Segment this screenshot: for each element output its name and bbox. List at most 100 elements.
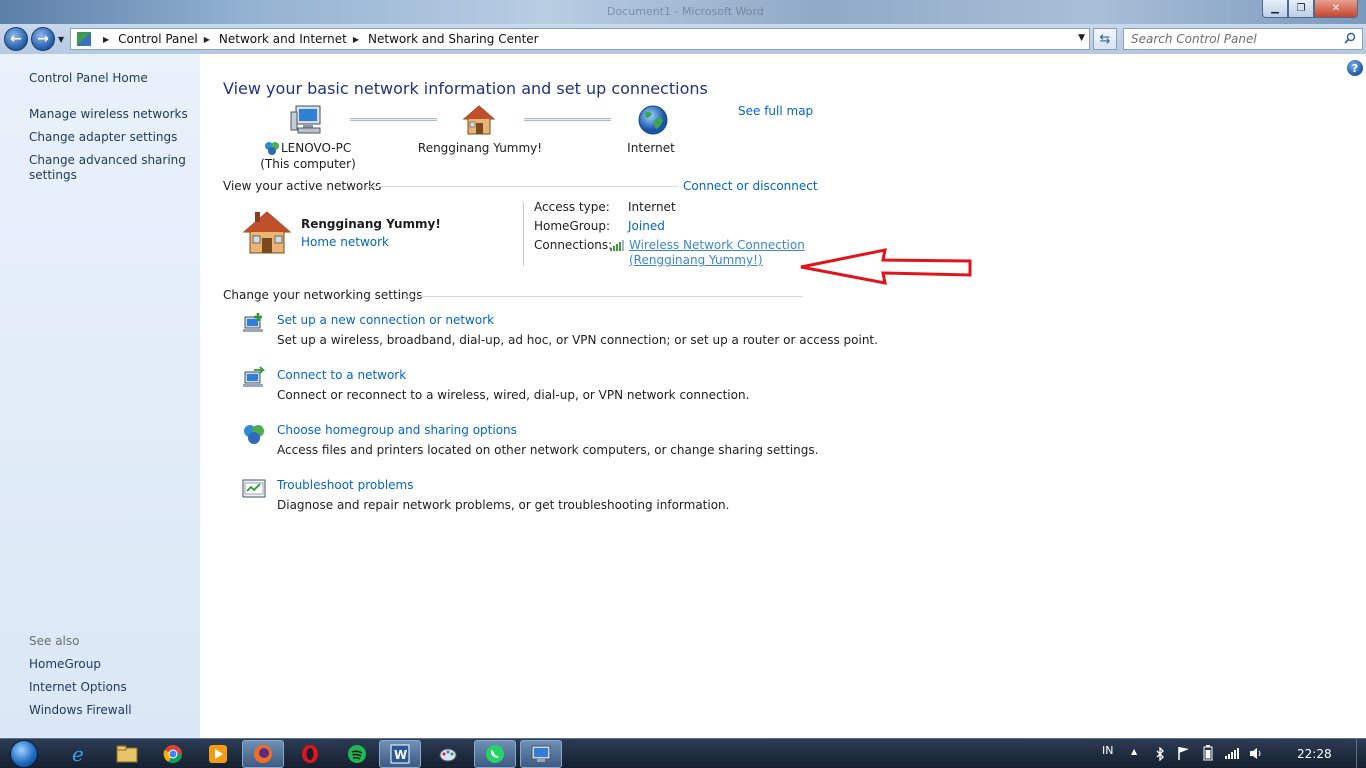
connections-label: Connections: [534,238,613,252]
breadcrumb-arrow-icon[interactable]: ▶ [103,35,109,44]
annotation-arrow-icon [800,248,972,285]
show-hidden-icons-icon[interactable]: ▲ [1131,747,1137,756]
sidebar-item-change-adapter[interactable]: Change adapter settings [29,130,189,145]
media-player-taskbar-icon[interactable] [197,740,239,768]
sidebar-item-internet-options[interactable]: Internet Options [29,680,189,695]
refresh-button[interactable]: ⇆ [1093,28,1117,50]
see-full-map-link[interactable]: See full map [738,104,813,118]
word-taskbar-icon[interactable]: W [379,740,421,768]
breadcrumb-network-internet[interactable]: Network and Internet [219,32,347,46]
task-connect-network-link[interactable]: Connect to a network [277,368,406,382]
minimize-button[interactable]: ▁ [1262,0,1288,18]
troubleshoot-icon [242,479,266,498]
wireless-connection-line2[interactable]: (Rengginang Yummy!) [629,253,805,268]
breadcrumb-arrow-icon[interactable]: ▶ [353,35,359,44]
section-divider [404,296,803,297]
home-network-icon[interactable] [462,104,496,136]
homegroup-joined-link[interactable]: Joined [628,219,665,233]
file-explorer-taskbar-icon[interactable] [106,740,148,768]
network-node-label: Rengginang Yummy! [417,141,543,155]
sidebar-control-panel-home[interactable]: Control Panel Home [29,71,189,86]
svg-text:e: e [72,743,84,765]
sidebar-item-advanced-sharing[interactable]: Change advanced sharing settings [29,153,189,183]
connection-line [350,118,437,121]
window-title-ghost: Document1 - Microsoft Word [607,5,764,18]
battery-icon[interactable] [1203,745,1213,761]
close-button[interactable]: ✕ [1314,0,1358,18]
breadcrumb-arrow-icon[interactable]: ▶ [204,35,210,44]
window-controls: ▁ ❐ ✕ [1262,0,1358,18]
forward-button[interactable]: → [31,27,55,51]
page-title: View your basic network information and … [223,79,708,98]
svg-text:W: W [394,748,407,762]
control-panel-taskbar-icon[interactable] [520,740,562,768]
wireless-tray-icon[interactable] [1225,747,1239,759]
networking-settings-heading: Change your networking settings [223,288,423,302]
task-troubleshoot-link[interactable]: Troubleshoot problems [277,478,413,492]
paint-taskbar-icon[interactable] [427,740,469,768]
address-bar[interactable]: ▶ Control Panel ▶ Network and Internet ▶… [70,28,1090,50]
taskbar: e W IN ▲ 22:28 [0,738,1366,768]
connect-or-disconnect-link[interactable]: Connect or disconnect [683,179,818,193]
firefox-taskbar-icon[interactable] [242,740,284,768]
left-navigation-pane: Control Panel Home Manage wireless netwo… [0,54,200,738]
chrome-taskbar-icon[interactable] [152,740,194,768]
homegroup-sharing-icon [244,425,264,444]
task-troubleshoot-desc: Diagnose and repair network problems, or… [277,498,730,512]
sidebar-item-manage-wireless[interactable]: Manage wireless networks [29,107,189,122]
recent-pages-dropdown[interactable]: ▼ [58,35,64,44]
sidebar-item-windows-firewall[interactable]: Windows Firewall [29,703,189,718]
internet-globe-icon[interactable] [637,104,669,136]
back-button[interactable]: ← [4,27,28,51]
active-networks-heading: View your active networks [223,179,382,193]
see-also-heading: See also [29,634,80,648]
search-input[interactable] [1124,29,1334,49]
breadcrumb-sharing-center[interactable]: Network and Sharing Center [368,32,539,46]
task-homegroup-desc: Access files and printers located on oth… [277,443,819,457]
search-icon[interactable] [1344,32,1356,44]
window-title-bar: Document1 - Microsoft Word ▁ ❐ ✕ [0,0,1366,24]
connection-line [524,118,611,121]
home-network-large-icon [242,211,292,254]
maximize-button[interactable]: ❐ [1288,0,1314,18]
network-type-link[interactable]: Home network [301,235,389,249]
homegroup-badge-icon [265,142,279,155]
task-homegroup-link[interactable]: Choose homegroup and sharing options [277,423,517,437]
volume-icon[interactable] [1249,747,1263,760]
new-connection-icon [243,313,263,332]
breadcrumb-control-panel[interactable]: Control Panel [118,32,198,46]
bluetooth-icon[interactable] [1155,747,1165,761]
opera-taskbar-icon[interactable] [289,740,331,768]
wireless-connection-line1[interactable]: Wireless Network Connection [629,238,805,253]
computer-sub-label: (This computer) [260,157,356,171]
clock[interactable]: 22:28 [1297,747,1332,761]
breadcrumb: ▶ Control Panel ▶ Network and Internet ▶… [99,32,539,46]
search-box[interactable] [1123,28,1363,50]
internet-node-label: Internet [627,141,675,155]
address-dropdown-icon[interactable]: ▼ [1078,33,1085,43]
vertical-divider [523,202,524,266]
task-setup-connection-link[interactable]: Set up a new connection or network [277,313,494,327]
homegroup-label: HomeGroup: [534,219,611,233]
address-toolbar: ← → ▼ ▶ Control Panel ▶ Network and Inte… [0,24,1366,54]
active-network-name: Rengginang Yummy! [301,217,441,231]
access-type-label: Access type: [534,200,610,214]
wireless-connection-link[interactable]: Wireless Network Connection (Rengginang … [629,238,805,268]
section-divider [366,186,678,187]
control-panel-icon [77,32,91,46]
sidebar-item-homegroup[interactable]: HomeGroup [29,657,189,672]
help-icon[interactable]: ? [1347,60,1363,76]
main-content: ? View your basic network information an… [200,54,1366,738]
action-center-flag-icon[interactable] [1177,746,1191,760]
internet-explorer-taskbar-icon[interactable]: e [59,740,101,768]
language-indicator[interactable]: IN [1102,744,1113,757]
task-setup-connection-desc: Set up a wireless, broadband, dial-up, a… [277,333,878,347]
start-button[interactable] [4,739,44,768]
wireless-signal-icon [610,240,624,251]
whatsapp-taskbar-icon[interactable] [474,740,516,768]
task-connect-network-desc: Connect or reconnect to a wireless, wire… [277,388,750,402]
windows-logo-icon [10,740,38,768]
computer-icon[interactable] [290,104,324,136]
show-desktop-button[interactable] [1356,739,1366,768]
spotify-taskbar-icon[interactable] [336,740,378,768]
